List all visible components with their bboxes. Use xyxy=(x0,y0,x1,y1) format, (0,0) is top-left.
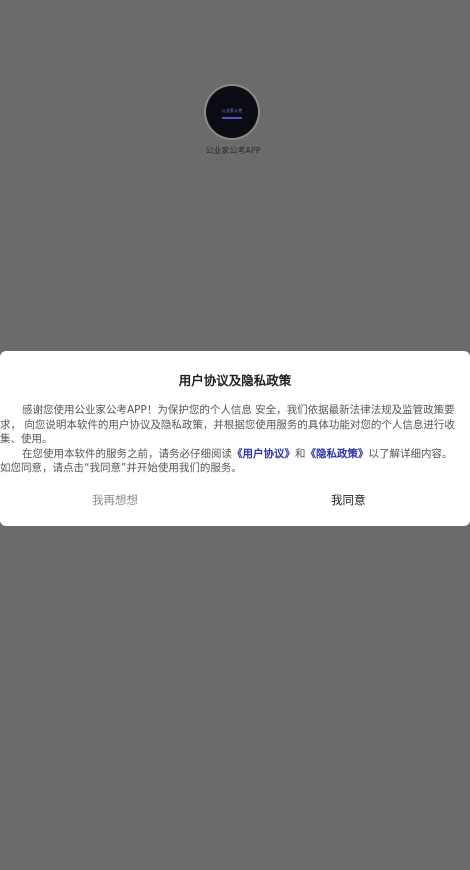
dialog-title: 用户协议及隐私政策 xyxy=(178,373,292,388)
accept-button[interactable]: 我同意 xyxy=(331,492,366,508)
dialog-paragraph-1: 感谢您使用公业家公考APP！为保护您的个人信息 安全，我们依据最新法律法规及监管… xyxy=(0,404,455,445)
app-name: 公业家公考APP xyxy=(205,146,261,155)
privacy-dialog: 用户协议及隐私政策 感谢您使用公业家公考APP！为保护您的个人信息 安全，我们依… xyxy=(0,351,470,526)
logo-underline xyxy=(222,116,242,119)
user-agreement-link[interactable]: 《用户协议》 xyxy=(232,448,295,460)
dialog-paragraph-2: 在您使用本软件的服务之前，请务必仔细阅读《用户协议》和《隐私政策》以了解详细内容… xyxy=(0,447,464,476)
privacy-policy-link[interactable]: 《隐私政策》 xyxy=(306,448,369,460)
paragraph-2-intro: 在您使用本软件的服务之前，请务必仔细阅读 xyxy=(22,447,232,460)
paragraph-2-and: 和 xyxy=(295,447,306,460)
reject-button[interactable]: 我再想想 xyxy=(92,492,138,508)
dialog-body: 感谢您使用公业家公考APP！为保护您的个人信息 安全，我们依据最新法律法规及监管… xyxy=(0,403,464,476)
app-logo: 公业家公考 xyxy=(206,86,258,138)
logo-text: 公业家公考 xyxy=(221,107,243,113)
